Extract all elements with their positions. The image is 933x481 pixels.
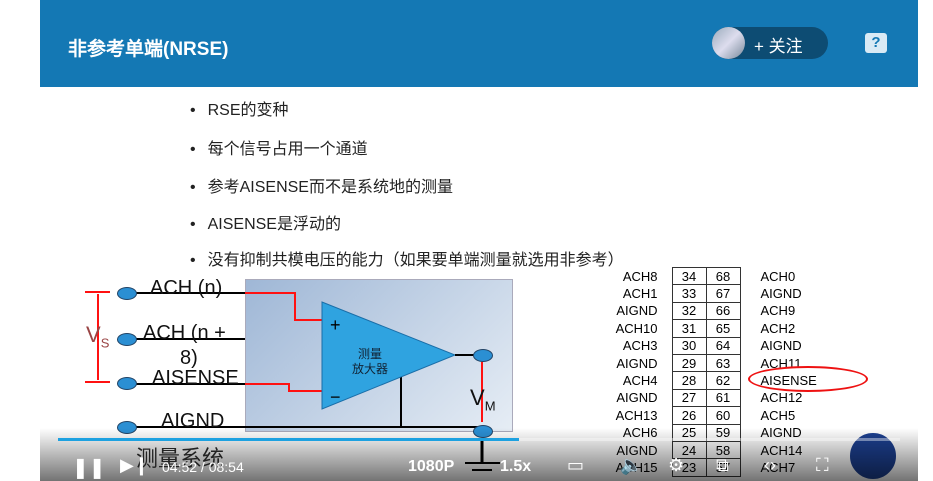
follow-button[interactable]: + 关注 xyxy=(712,27,828,59)
vs-text: V xyxy=(86,322,101,347)
vm-text: V xyxy=(470,385,485,410)
pin-left-label: AIGND xyxy=(616,390,658,406)
settings-icon[interactable]: ⚙ xyxy=(668,455,684,476)
speed-button[interactable]: 1.5x xyxy=(500,458,531,476)
progress-fill xyxy=(58,438,519,441)
pin-row: ACH8 34 68 ACH0 xyxy=(612,266,830,286)
amp-label: 测量 放大器 xyxy=(352,347,388,377)
pin-right-number: 64 xyxy=(705,336,741,355)
pause-icon[interactable]: ❚❚ xyxy=(72,455,106,480)
volume-icon[interactable]: 🔈 xyxy=(620,455,642,476)
help-icon[interactable]: ? xyxy=(865,33,887,53)
avatar xyxy=(712,27,745,59)
widescreen-icon[interactable]: ‹› xyxy=(764,455,776,476)
pin-row: ACH10 31 65 ACH2 xyxy=(612,319,830,338)
pin-left-label: ACH4 xyxy=(622,373,658,389)
pin-right-label: AIGND xyxy=(760,338,802,354)
pin-left-number: 31 xyxy=(671,319,707,338)
label-ach-n8: ACH (n + xyxy=(143,322,226,344)
pin-right-number: 66 xyxy=(705,301,741,321)
amp-label-2: 放大器 xyxy=(352,362,389,376)
amp-plus: + xyxy=(330,315,341,335)
fullscreen-icon[interactable]: ⛶ xyxy=(816,455,829,476)
time-display: 04:52 / 08:54 xyxy=(162,459,244,475)
pin-left-label: ACH3 xyxy=(622,338,658,354)
bullet: 参考AISENSE而不是系统地的测量 xyxy=(190,173,453,197)
pin-left-number: 34 xyxy=(671,266,707,286)
pin-right-label: ACH0 xyxy=(760,268,796,284)
amp-label-1: 测量 xyxy=(358,347,383,361)
pin-left-label: ACH8 xyxy=(622,268,658,284)
pin-right-number: 62 xyxy=(705,371,741,390)
pin-left-label: AIGND xyxy=(616,303,658,319)
pin-right-number: 68 xyxy=(705,266,741,286)
pin-row: AIGND 32 66 ACH9 xyxy=(612,301,830,321)
bullet: 每个信号占用一个通道 xyxy=(190,135,368,159)
pin-left-label: ACH13 xyxy=(615,407,658,423)
vm-sub: M xyxy=(484,398,496,414)
header: 非参考单端(NRSE) + 关注 ? xyxy=(40,0,918,87)
page-title: 非参考单端(NRSE) xyxy=(68,39,229,60)
pin-left-label: AIGND xyxy=(616,355,658,371)
pin-right-number: 65 xyxy=(705,319,741,338)
danmaku-off-icon[interactable]: ▭ xyxy=(567,455,584,476)
terminal-ach-n xyxy=(117,287,137,300)
label-ach-n: ACH (n) xyxy=(150,277,223,299)
terminal-out-plus xyxy=(473,349,493,362)
slide-frame: 非参考单端(NRSE) + 关注 ? RSE的变种 每个信号占用一个通道 参考A… xyxy=(40,0,918,481)
amp-minus: − xyxy=(330,387,341,407)
label-vs: VS xyxy=(86,322,109,350)
pin-left-label: ACH1 xyxy=(622,286,658,302)
pin-right-number: 61 xyxy=(705,388,741,408)
pin-right-number: 63 xyxy=(705,353,741,373)
next-icon[interactable]: ▶❙ xyxy=(120,455,149,476)
terminal-ach-n8 xyxy=(117,333,137,346)
follow-label: + 关注 xyxy=(754,37,803,56)
pin-left-number: 28 xyxy=(671,371,707,390)
terminal-aisense xyxy=(117,377,137,390)
pin-right-label: ACH5 xyxy=(760,407,796,423)
pin-left-number: 26 xyxy=(671,406,707,425)
pin-left-number: 30 xyxy=(671,336,707,355)
pin-right-label: AIGND xyxy=(760,286,802,302)
bullet: 没有抑制共模电压的能力（如果要单端测量就选用非参考） xyxy=(190,246,624,270)
highlight-ellipse xyxy=(748,366,868,392)
pin-right-number: 67 xyxy=(705,284,741,303)
vs-sub: S xyxy=(100,335,110,351)
quality-button[interactable]: 1080P xyxy=(408,458,454,476)
bullet: RSE的变种 xyxy=(190,96,289,120)
pin-right-number: 60 xyxy=(705,406,741,425)
label-vm: VM xyxy=(470,385,496,413)
pin-right-label: ACH9 xyxy=(760,303,796,319)
pin-left-label: ACH10 xyxy=(615,320,658,336)
pip-icon[interactable]: ⧉ xyxy=(716,455,729,476)
pin-row: ACH3 30 64 AIGND xyxy=(612,336,830,355)
pin-right-label: ACH2 xyxy=(760,320,796,336)
pin-left-number: 27 xyxy=(671,388,707,408)
label-aisense: AISENSE xyxy=(152,367,239,389)
pin-left-number: 29 xyxy=(671,353,707,373)
pin-row: ACH1 33 67 AIGND xyxy=(612,284,830,303)
pin-row: ACH13 26 60 ACH5 xyxy=(612,406,830,425)
pin-left-number: 33 xyxy=(671,284,707,303)
bullet: AISENSE是浮动的 xyxy=(190,210,341,234)
pin-left-number: 32 xyxy=(671,301,707,321)
